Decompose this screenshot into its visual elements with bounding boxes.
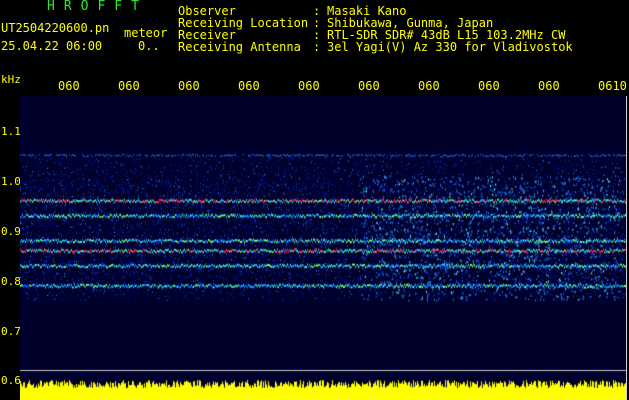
hrofft-screen: HROFFT UT2504220600.pn meteor 25.04.22 0… [0,0,629,400]
time-label: 060 [118,79,140,93]
file-name: UT2504220600.pn [1,21,110,35]
time-label: 060 [178,79,200,93]
frequency-unit: kHz [1,73,21,86]
meteor-label: meteor [124,26,168,40]
time-label: 060 [238,79,260,93]
time-label: 060 [418,79,440,93]
time-label: 0610 [598,79,627,93]
frequency-label: 0.6 [1,374,21,387]
spectrogram-canvas [20,96,626,400]
info-value-antenna: 3el Yagi(V) Az 330 for Vladivostok [327,40,573,54]
time-label: 060 [358,79,380,93]
time-label: 060 [298,79,320,93]
spectrogram-plot [20,96,628,400]
frequency-label: 0.9 [1,225,21,238]
time-label: 060 [478,79,500,93]
date-time: 25.04.22 06:00 [1,39,103,53]
time-label: 060 [538,79,560,93]
frequency-label: 1.1 [1,125,21,138]
brand-title: HROFFT [47,0,148,14]
frequency-label: 0.7 [1,325,21,338]
frequency-label: 1.0 [1,175,21,188]
info-label-antenna: Receiving Antenna [178,40,301,54]
frequency-label: 0.8 [1,275,21,288]
info-colon: : [313,40,321,54]
time-label: 060 [58,79,80,93]
plot-border [626,96,627,400]
meteor-count: 0.. [138,39,160,53]
